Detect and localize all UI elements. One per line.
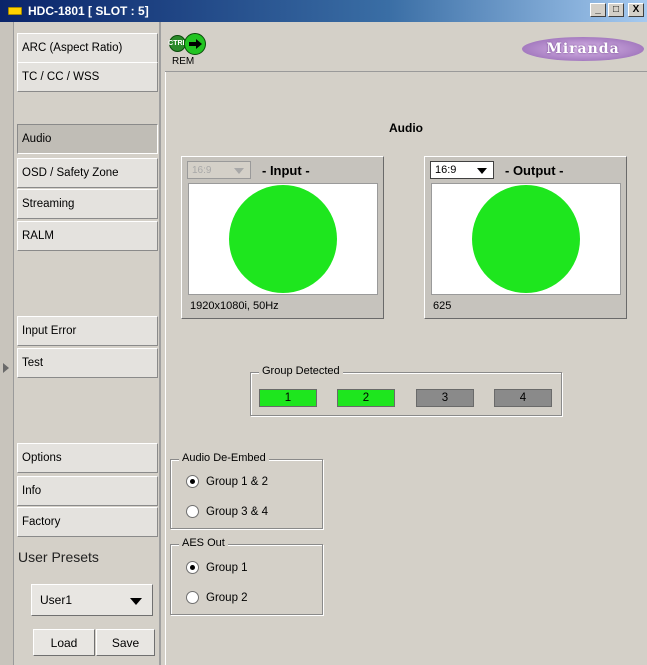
remote-arrow-icon[interactable] — [184, 33, 206, 55]
page-title: Audio — [389, 121, 423, 135]
group-4-indicator: 4 — [494, 389, 552, 407]
rem-label: REM — [172, 56, 195, 67]
group-1-indicator: 1 — [259, 389, 317, 407]
group-detected-legend: Group Detected — [259, 365, 343, 377]
aes-out-box: AES Out Group 1 Group 2 — [170, 537, 323, 615]
sidebar-item-info[interactable]: Info — [17, 476, 158, 506]
radio-button[interactable] — [186, 505, 199, 518]
collapse-strip[interactable] — [0, 22, 14, 665]
output-title: - Output - — [505, 163, 564, 178]
input-aspect-select: 16:9 — [187, 161, 251, 179]
audio-deembed-box: Audio De-Embed Group 1 & 2 Group 3 & 4 — [170, 452, 323, 529]
sidebar-item-factory[interactable]: Factory — [17, 507, 158, 537]
radio-aes-group-2[interactable]: Group 2 — [186, 591, 248, 604]
input-signal-indicator — [229, 185, 337, 293]
radio-label: Group 2 — [206, 591, 248, 604]
sidebar-item-osd-safety-zone[interactable]: OSD / Safety Zone — [17, 158, 158, 188]
user-presets-label: User Presets — [18, 549, 99, 565]
output-preview — [431, 183, 621, 295]
save-button[interactable]: Save — [96, 629, 155, 656]
window-controls: _ □ X — [590, 3, 644, 17]
window-title: HDC-1801 [ SLOT : 5] — [28, 4, 149, 18]
input-format: 1920x1080i, 50Hz — [190, 300, 279, 312]
output-panel: 16:9 - Output - 625 — [424, 156, 627, 319]
sidebar-item-options[interactable]: Options — [17, 443, 158, 473]
input-preview — [188, 183, 378, 295]
radio-group-1-2[interactable]: Group 1 & 2 — [186, 475, 268, 488]
radio-aes-group-1[interactable]: Group 1 — [186, 561, 248, 574]
load-button[interactable]: Load — [33, 629, 95, 656]
sidebar-item-tc-cc-wss[interactable]: TC / CC / WSS — [17, 62, 158, 92]
radio-label: Group 1 — [206, 561, 248, 574]
radio-label: Group 1 & 2 — [206, 475, 269, 488]
sidebar-item-arc[interactable]: ARC (Aspect Ratio) — [17, 33, 158, 63]
input-aspect-value: 16:9 — [192, 164, 212, 176]
maximize-button[interactable]: □ — [608, 3, 624, 17]
expand-arrow-icon[interactable] — [3, 363, 9, 373]
sidebar-item-streaming[interactable]: Streaming — [17, 189, 158, 219]
chevron-down-icon — [234, 168, 244, 174]
sidebar-item-audio[interactable]: Audio — [17, 124, 158, 154]
chevron-down-icon — [130, 598, 142, 605]
miranda-logo: Miranda — [522, 37, 644, 61]
group-3-indicator: 3 — [416, 389, 474, 407]
chevron-down-icon — [477, 168, 487, 174]
sidebar-item-test[interactable]: Test — [17, 348, 158, 378]
output-aspect-select[interactable]: 16:9 — [430, 161, 494, 179]
input-title: - Input - — [262, 163, 310, 178]
output-format: 625 — [433, 300, 452, 312]
audio-deembed-legend: Audio De-Embed — [179, 452, 269, 464]
sidebar-item-ralm[interactable]: RALM — [17, 221, 158, 251]
input-panel: 16:9 - Input - 1920x1080i, 50Hz — [181, 156, 384, 319]
title-bar: HDC-1801 [ SLOT : 5] _ □ X — [0, 0, 647, 22]
radio-button[interactable] — [186, 561, 199, 574]
group-2-indicator: 2 — [337, 389, 395, 407]
minimize-button[interactable]: _ — [590, 3, 606, 17]
sidebar-item-input-error[interactable]: Input Error — [17, 316, 158, 346]
output-aspect-value: 16:9 — [435, 164, 457, 176]
user-preset-value: User1 — [40, 593, 73, 607]
aes-out-legend: AES Out — [179, 537, 228, 549]
radio-label: Group 3 & 4 — [206, 505, 269, 518]
radio-group-3-4[interactable]: Group 3 & 4 — [186, 505, 268, 518]
radio-button[interactable] — [186, 475, 199, 488]
group-detected-box: Group Detected 1 2 3 4 — [250, 365, 562, 416]
close-button[interactable]: X — [628, 3, 644, 17]
app-icon — [8, 7, 22, 15]
output-signal-indicator — [472, 185, 580, 293]
user-preset-select[interactable]: User1 — [31, 584, 153, 616]
radio-button[interactable] — [186, 591, 199, 604]
